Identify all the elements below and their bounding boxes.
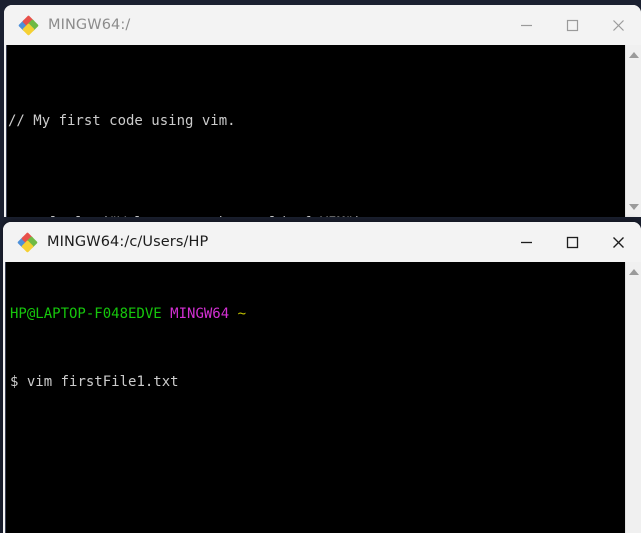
vim-line: [8, 164, 623, 181]
prompt-shell: MINGW64: [170, 306, 230, 322]
vim-window-titlebar[interactable]: MINGW64:/: [4, 5, 641, 45]
prompt-user-host: HP@LAPTOP-F048EDVE: [10, 306, 162, 322]
bash-scrollbar[interactable]: [625, 262, 641, 533]
close-button[interactable]: [595, 5, 641, 45]
vim-window-controls: [503, 5, 641, 45]
vim-terminal-body[interactable]: // My first code using vim. console.log(…: [6, 45, 641, 217]
vim-line: console.log("Welcome to the world of VIM…: [8, 215, 623, 217]
bash-command-line: $ vim firstFile1.txt: [10, 374, 641, 391]
prompt-path: ~: [237, 306, 247, 322]
bash-window-title: MINGW64:/c/Users/HP: [47, 234, 209, 250]
bash-window-titlebar[interactable]: MINGW64:/c/Users/HP: [3, 222, 641, 262]
minimize-button[interactable]: [503, 5, 549, 45]
bash-terminal-body[interactable]: HP@LAPTOP-F048EDVE MINGW64 ~ $ vim first…: [5, 262, 641, 533]
minimize-button[interactable]: [503, 222, 549, 262]
vim-scrollbar[interactable]: [625, 45, 641, 217]
bash-window[interactable]: MINGW64:/c/Users/HP HP@LAPTOP-F048EDVE M…: [3, 222, 641, 533]
vim-window[interactable]: MINGW64:/ // My first code using vim. co…: [4, 5, 641, 217]
bash-blank-line: [10, 493, 641, 510]
scroll-up-icon[interactable]: [626, 264, 641, 280]
bash-command-text: vim firstFile1.txt: [26, 374, 179, 390]
scroll-up-icon[interactable]: [626, 47, 641, 63]
mingw-diamond-icon: [17, 231, 38, 253]
bash-prompt-line: HP@LAPTOP-F048EDVE MINGW64 ~: [10, 306, 641, 323]
scroll-down-icon[interactable]: [626, 199, 641, 215]
vim-line: // My first code using vim.: [8, 113, 236, 129]
bash-blank-line: [10, 442, 641, 459]
maximize-button[interactable]: [549, 5, 595, 45]
bash-window-controls: [503, 222, 641, 262]
vim-window-title: MINGW64:/: [48, 17, 131, 33]
maximize-button[interactable]: [549, 222, 595, 262]
mingw-diamond-icon: [18, 14, 39, 36]
close-button[interactable]: [595, 222, 641, 262]
